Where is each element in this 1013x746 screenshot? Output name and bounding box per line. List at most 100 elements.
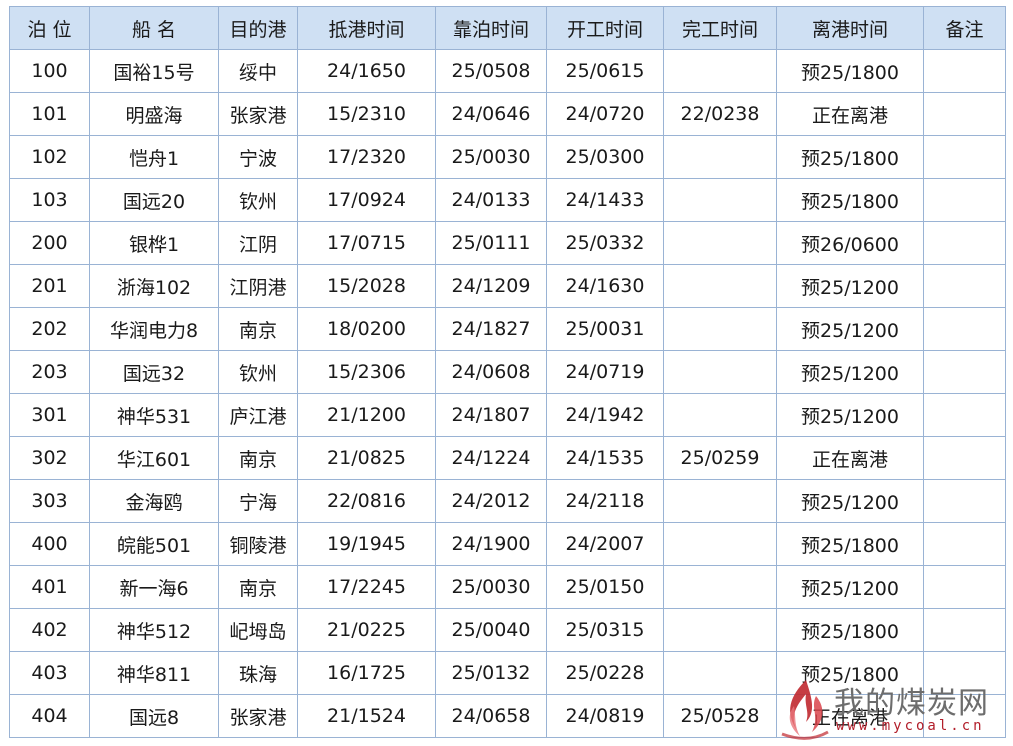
cell-departure-time: 预25/1800 <box>776 49 924 93</box>
cell-destination: 江阴 <box>218 221 298 265</box>
cell-departure-time: 预25/1800 <box>776 178 924 222</box>
cell-start-time: 25/0300 <box>546 135 664 179</box>
table-row: 400 皖能501 铜陵港 19/1945 24/1900 24/2007 预25/1800 <box>9 522 1006 566</box>
cell-berthing-time: 25/0030 <box>435 565 547 609</box>
berth-schedule-table: 泊 位 船 名 目的港 抵港时间 靠泊时间 开工时间 完工时间 离港时间 备注 … <box>9 6 1006 738</box>
cell-start-time: 25/0315 <box>546 608 664 652</box>
table-row: 202 华润电力8 南京 18/0200 24/1827 25/0031 预25/1200 <box>9 307 1006 351</box>
table-row: 301 神华531 庐江港 21/1200 24/1807 24/1942 预25/1200 <box>9 393 1006 437</box>
cell-start-time: 25/0332 <box>546 221 664 265</box>
cell-destination: 铜陵港 <box>218 522 298 566</box>
cell-remarks <box>923 608 1006 652</box>
cell-arrival-time: 17/2320 <box>297 135 436 179</box>
cell-arrival-time: 17/2245 <box>297 565 436 609</box>
cell-berth: 103 <box>9 178 90 222</box>
cell-berthing-time: 24/1827 <box>435 307 547 351</box>
cell-arrival-time: 21/0825 <box>297 436 436 480</box>
flame-logo-icon <box>781 680 829 740</box>
cell-berth: 301 <box>9 393 90 437</box>
cell-ship-name: 神华512 <box>89 608 219 652</box>
cell-remarks <box>923 479 1006 523</box>
cell-arrival-time: 15/2028 <box>297 264 436 308</box>
cell-departure-time: 正在离港 <box>776 92 924 136</box>
cell-ship-name: 新一海6 <box>89 565 219 609</box>
cell-ship-name: 神华531 <box>89 393 219 437</box>
table-header-row: 泊 位 船 名 目的港 抵港时间 靠泊时间 开工时间 完工时间 离港时间 备注 <box>9 6 1006 50</box>
cell-berthing-time: 24/0646 <box>435 92 547 136</box>
cell-ship-name: 恺舟1 <box>89 135 219 179</box>
cell-remarks <box>923 92 1006 136</box>
cell-berth: 400 <box>9 522 90 566</box>
table-row: 203 国远32 钦州 15/2306 24/0608 24/0719 预25/1200 <box>9 350 1006 394</box>
cell-departure-time: 预25/1200 <box>776 264 924 308</box>
cell-start-time: 24/1433 <box>546 178 664 222</box>
cell-remarks <box>923 393 1006 437</box>
table-row: 302 华江601 南京 21/0825 24/1224 24/1535 25/0259 正在… <box>9 436 1006 480</box>
cell-destination: 南京 <box>218 307 298 351</box>
cell-start-time: 24/0719 <box>546 350 664 394</box>
table-row: 303 金海鸥 宁海 22/0816 24/2012 24/2118 预25/1200 <box>9 479 1006 523</box>
cell-destination: 南京 <box>218 436 298 480</box>
table-row: 102 恺舟1 宁波 17/2320 25/0030 25/0300 预25/1800 <box>9 135 1006 179</box>
cell-ship-name: 神华811 <box>89 651 219 695</box>
cell-destination: 张家港 <box>218 694 298 738</box>
cell-destination: 宁海 <box>218 479 298 523</box>
header-departure-time: 离港时间 <box>776 6 924 50</box>
cell-finish-time: 25/0528 <box>663 694 777 738</box>
cell-berth: 303 <box>9 479 90 523</box>
cell-finish-time: 22/0238 <box>663 92 777 136</box>
cell-berthing-time: 24/0658 <box>435 694 547 738</box>
cell-destination: 宁波 <box>218 135 298 179</box>
cell-destination: 张家港 <box>218 92 298 136</box>
cell-remarks <box>923 565 1006 609</box>
cell-departure-time: 预25/1800 <box>776 135 924 179</box>
cell-berthing-time: 24/1807 <box>435 393 547 437</box>
cell-departure-time: 预25/1200 <box>776 350 924 394</box>
cell-finish-time: 25/0259 <box>663 436 777 480</box>
cell-berth: 402 <box>9 608 90 652</box>
cell-arrival-time: 21/1200 <box>297 393 436 437</box>
cell-departure-time: 预25/1200 <box>776 307 924 351</box>
cell-remarks <box>923 178 1006 222</box>
cell-berth: 102 <box>9 135 90 179</box>
cell-arrival-time: 22/0816 <box>297 479 436 523</box>
header-ship-name: 船 名 <box>89 6 219 50</box>
cell-berth: 200 <box>9 221 90 265</box>
cell-arrival-time: 15/2306 <box>297 350 436 394</box>
header-finish-time: 完工时间 <box>663 6 777 50</box>
cell-departure-time: 预25/1800 <box>776 608 924 652</box>
cell-ship-name: 金海鸥 <box>89 479 219 523</box>
cell-berthing-time: 24/1209 <box>435 264 547 308</box>
header-berth: 泊 位 <box>9 6 90 50</box>
cell-start-time: 24/1942 <box>546 393 664 437</box>
cell-ship-name: 华润电力8 <box>89 307 219 351</box>
cell-remarks <box>923 49 1006 93</box>
cell-departure-time: 预25/1200 <box>776 479 924 523</box>
cell-finish-time <box>663 350 777 394</box>
cell-start-time: 24/1630 <box>546 264 664 308</box>
cell-arrival-time: 15/2310 <box>297 92 436 136</box>
header-start-time: 开工时间 <box>546 6 664 50</box>
cell-berthing-time: 25/0040 <box>435 608 547 652</box>
cell-finish-time <box>663 608 777 652</box>
cell-start-time: 24/2118 <box>546 479 664 523</box>
cell-ship-name: 国远8 <box>89 694 219 738</box>
table-row: 103 国远20 钦州 17/0924 24/0133 24/1433 预25/1800 <box>9 178 1006 222</box>
cell-departure-time: 预26/0600 <box>776 221 924 265</box>
cell-arrival-time: 19/1945 <box>297 522 436 566</box>
cell-destination: 庐江港 <box>218 393 298 437</box>
cell-destination: 南京 <box>218 565 298 609</box>
cell-arrival-time: 21/1524 <box>297 694 436 738</box>
table-row: 101 明盛海 张家港 15/2310 24/0646 24/0720 22/0238 正在离… <box>9 92 1006 136</box>
cell-berth: 101 <box>9 92 90 136</box>
watermark-site-name: 我的煤炭网 <box>834 686 989 721</box>
cell-finish-time <box>663 178 777 222</box>
site-watermark: 我的煤炭网 www.mycoal.cn <box>776 676 1012 742</box>
cell-finish-time <box>663 565 777 609</box>
watermark-url: www.mycoal.cn <box>836 718 985 734</box>
cell-finish-time <box>663 651 777 695</box>
cell-berth: 401 <box>9 565 90 609</box>
cell-departure-time: 预25/1200 <box>776 393 924 437</box>
cell-berthing-time: 24/1224 <box>435 436 547 480</box>
cell-finish-time <box>663 479 777 523</box>
